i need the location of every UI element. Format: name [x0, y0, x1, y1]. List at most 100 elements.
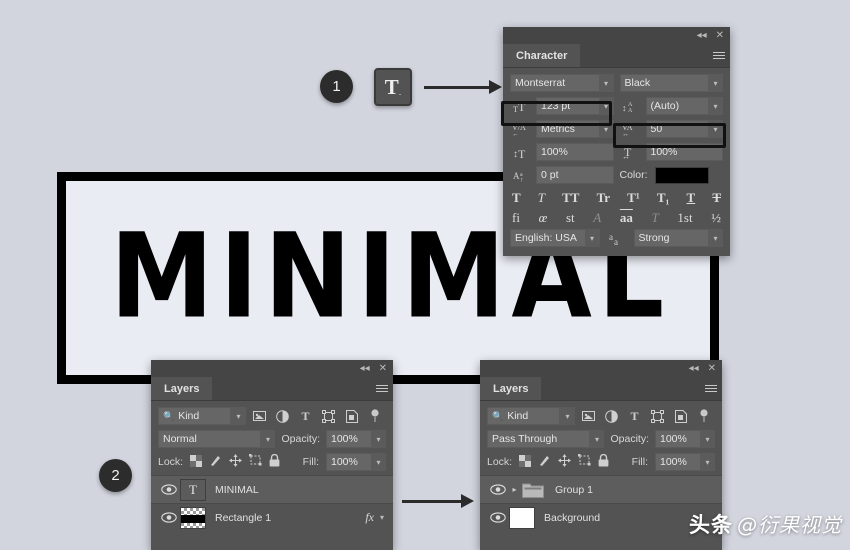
collapse-icon[interactable]: ◂◂: [360, 363, 370, 374]
titling-alternates-button[interactable]: T: [652, 211, 659, 224]
font-family-select[interactable]: Montserrat ▾: [510, 74, 614, 92]
layer-thumbnail-type[interactable]: T: [180, 478, 206, 501]
layer-filter-kind-select[interactable]: 🔍 Kind ▾: [158, 407, 246, 425]
small-caps-button[interactable]: Tr: [597, 191, 610, 204]
tracking-select[interactable]: 50 ▾: [645, 120, 723, 138]
layer-filter-kind-value[interactable]: 🔍 Kind: [158, 407, 231, 425]
fill-value[interactable]: 100%: [655, 453, 700, 471]
lock-image-icon[interactable]: [209, 454, 222, 470]
chevron-down-icon[interactable]: ▾: [589, 430, 605, 448]
strikethrough-button[interactable]: T: [712, 191, 721, 204]
lock-position-icon[interactable]: [229, 454, 243, 470]
leading-select[interactable]: (Auto) ▾: [645, 97, 723, 115]
layer-effects-icon[interactable]: fx: [365, 510, 380, 525]
discretionary-ligatures-button[interactable]: st: [566, 211, 575, 224]
contextual-alternates-button[interactable]: œ: [539, 211, 548, 224]
chevron-down-icon[interactable]: ▾: [598, 74, 614, 92]
kerning-select[interactable]: Metrics ▾: [536, 120, 614, 138]
type-filter-icon[interactable]: T: [296, 407, 315, 425]
font-size-value[interactable]: 123 pt: [536, 97, 599, 115]
type-tool-button[interactable]: T .: [374, 68, 412, 106]
subscript-button[interactable]: T₁: [657, 191, 670, 204]
eye-icon[interactable]: [158, 512, 180, 523]
fill-value[interactable]: 100%: [326, 453, 371, 471]
ordinals-button[interactable]: 1st: [677, 211, 692, 224]
smart-object-filter-icon[interactable]: [342, 407, 361, 425]
blend-mode-value[interactable]: Pass Through: [487, 430, 590, 448]
layer-thumbnail-shape[interactable]: [180, 506, 206, 529]
tab-layers[interactable]: Layers: [480, 377, 542, 400]
leading-value[interactable]: (Auto): [645, 97, 708, 115]
fill-select[interactable]: 100% ▾: [326, 453, 386, 471]
kerning-value[interactable]: Metrics: [536, 120, 599, 138]
eye-icon[interactable]: [487, 484, 509, 495]
chevron-down-icon[interactable]: ▾: [708, 229, 723, 247]
adjustment-filter-icon[interactable]: [273, 407, 292, 425]
chevron-down-icon[interactable]: ▾: [560, 407, 575, 425]
blend-mode-value[interactable]: Normal: [158, 430, 261, 448]
opacity-select[interactable]: 100% ▾: [326, 430, 386, 448]
chevron-down-icon[interactable]: ▾: [371, 430, 386, 448]
tab-character[interactable]: Character: [503, 44, 581, 67]
chevron-down-icon[interactable]: ▾: [708, 120, 723, 138]
layer-thumbnail-folder[interactable]: [520, 479, 546, 501]
chevron-down-icon[interactable]: ▾: [371, 453, 386, 471]
table-row[interactable]: Background: [480, 503, 722, 531]
table-row[interactable]: ▸ Group 1: [480, 475, 722, 503]
close-icon[interactable]: ✕: [716, 30, 724, 41]
pixel-filter-icon[interactable]: [250, 407, 269, 425]
chevron-down-icon[interactable]: ▾: [231, 407, 246, 425]
collapse-icon[interactable]: ◂◂: [697, 30, 707, 41]
chevron-down-icon[interactable]: ▾: [584, 229, 600, 247]
eye-icon[interactable]: [158, 484, 180, 495]
panel-menu-icon[interactable]: [708, 44, 730, 67]
layer-name[interactable]: Group 1: [546, 484, 715, 496]
layer-name[interactable]: Rectangle 1: [206, 512, 365, 524]
underline-button[interactable]: T: [687, 191, 696, 204]
chevron-down-icon[interactable]: ▾: [598, 120, 614, 138]
layer-thumbnail-background[interactable]: [509, 506, 535, 529]
opacity-value[interactable]: 100%: [326, 430, 371, 448]
filter-toggle-switch[interactable]: [694, 407, 713, 425]
chevron-down-icon[interactable]: ▾: [700, 430, 715, 448]
close-icon[interactable]: ✕: [708, 363, 716, 374]
fill-select[interactable]: 100% ▾: [655, 453, 715, 471]
baseline-shift-value[interactable]: 0 pt: [536, 166, 614, 184]
language-select[interactable]: English: USA ▾: [510, 229, 600, 247]
lock-transparent-icon[interactable]: [190, 454, 203, 470]
anti-alias-select[interactable]: Strong ▾: [633, 229, 723, 247]
blend-mode-select[interactable]: Pass Through ▾: [487, 430, 605, 448]
blend-mode-select[interactable]: Normal ▾: [158, 430, 276, 448]
chevron-down-icon[interactable]: ▾: [708, 97, 723, 115]
chevron-down-icon[interactable]: ▾: [700, 453, 715, 471]
panel-menu-icon[interactable]: [371, 377, 393, 400]
swash-button[interactable]: A: [593, 211, 601, 224]
shape-filter-icon[interactable]: [319, 407, 338, 425]
smart-object-filter-icon[interactable]: [671, 407, 690, 425]
text-color-swatch[interactable]: [654, 166, 709, 184]
vertical-scale-value[interactable]: 100%: [536, 143, 614, 161]
faux-italic-button[interactable]: T: [538, 191, 545, 204]
anti-alias-value[interactable]: Strong: [633, 229, 708, 247]
table-row[interactable]: T MINIMAL: [151, 475, 393, 503]
fractions-button[interactable]: ½: [711, 211, 721, 224]
font-family-value[interactable]: Montserrat: [510, 74, 599, 92]
lock-all-icon[interactable]: [269, 453, 280, 470]
standard-ligatures-button[interactable]: fi: [512, 211, 520, 224]
table-row[interactable]: Rectangle 1 fx ▾: [151, 503, 393, 531]
lock-position-icon[interactable]: [558, 454, 572, 470]
lock-artboard-icon[interactable]: [578, 454, 591, 470]
old-style-button[interactable]: aa: [620, 211, 633, 224]
lock-all-icon[interactable]: [598, 453, 609, 470]
font-style-value[interactable]: Black: [619, 74, 708, 92]
layer-filter-kind-value[interactable]: 🔍 Kind: [487, 407, 560, 425]
tracking-value[interactable]: 50: [645, 120, 708, 138]
lock-transparent-icon[interactable]: [519, 454, 532, 470]
lock-image-icon[interactable]: [538, 454, 551, 470]
all-caps-button[interactable]: TT: [562, 191, 579, 204]
language-value[interactable]: English: USA: [510, 229, 585, 247]
opacity-value[interactable]: 100%: [655, 430, 700, 448]
chevron-down-icon[interactable]: ▾: [598, 97, 614, 115]
layer-name[interactable]: Background: [535, 512, 715, 524]
lock-artboard-icon[interactable]: [249, 454, 262, 470]
